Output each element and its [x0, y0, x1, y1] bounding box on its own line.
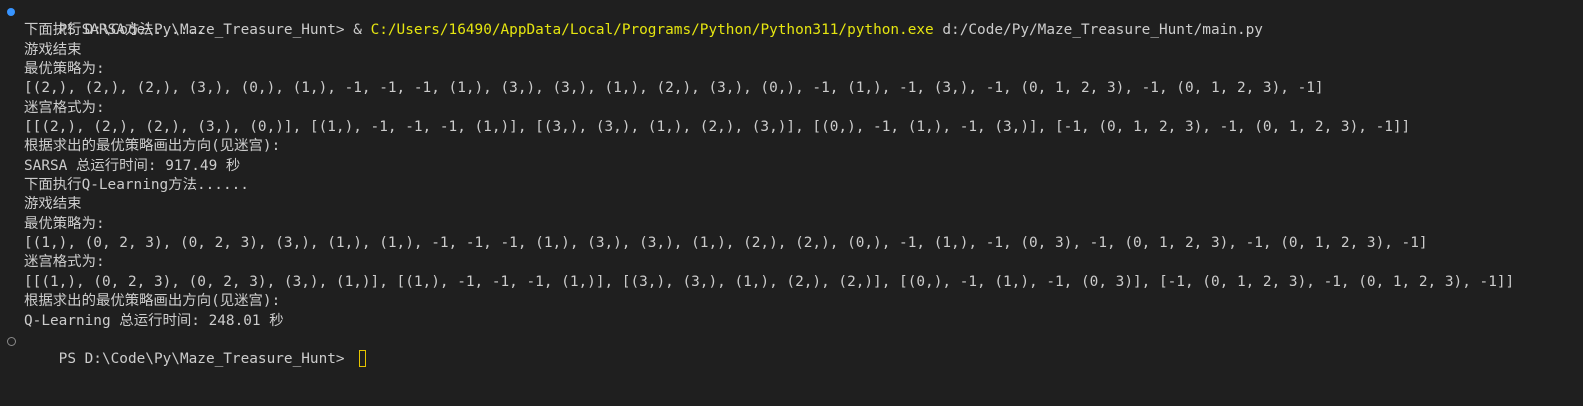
output-line: 最优策略为:: [24, 61, 105, 78]
output-line: 最优策略为:: [24, 215, 105, 232]
output-line: [(2,), (2,), (2,), (3,), (0,), (1,), -1,…: [24, 80, 1324, 97]
text-cursor: [359, 350, 367, 368]
output-line: Q-Learning 总运行时间: 248.01 秒: [24, 312, 284, 329]
output-line: 根据求出的最优策略画出方向(见迷宫):: [24, 293, 281, 310]
command-success-icon[interactable]: [7, 8, 15, 16]
final-prompt-line[interactable]: PS D:\Code\Py\Maze_Treasure_Hunt>: [0, 331, 1583, 368]
output-line: 迷宫格式为:: [24, 99, 105, 116]
terminal-panel[interactable]: PS D:\Code\Py\Maze_Treasure_Hunt> & C:/U…: [0, 2, 1583, 406]
output-line: [(1,), (0, 2, 3), (0, 2, 3), (3,), (1,),…: [24, 235, 1428, 252]
output-line: 根据求出的最优策略画出方向(见迷宫):: [24, 138, 281, 155]
output-line: 下面执行Q-Learning方法......: [24, 177, 249, 194]
output-line: 游戏结束: [24, 196, 82, 213]
command-line: PS D:\Code\Py\Maze_Treasure_Hunt> & C:/U…: [0, 2, 1583, 38]
output-line: SARSA 总运行时间: 917.49 秒: [24, 157, 241, 174]
output-line: 迷宫格式为:: [24, 254, 105, 271]
output-line: [[(2,), (2,), (2,), (3,), (0,)], [(1,), …: [24, 119, 1411, 136]
command-pending-icon[interactable]: [7, 336, 16, 346]
output-line: 下面执行SARSA方法......: [24, 22, 206, 39]
output-line: [[(1,), (0, 2, 3), (0, 2, 3), (3,), (1,)…: [24, 273, 1515, 290]
prompt-text: PS D:\Code\Py\Maze_Treasure_Hunt>: [58, 351, 354, 368]
output-line: 游戏结束: [24, 41, 82, 58]
